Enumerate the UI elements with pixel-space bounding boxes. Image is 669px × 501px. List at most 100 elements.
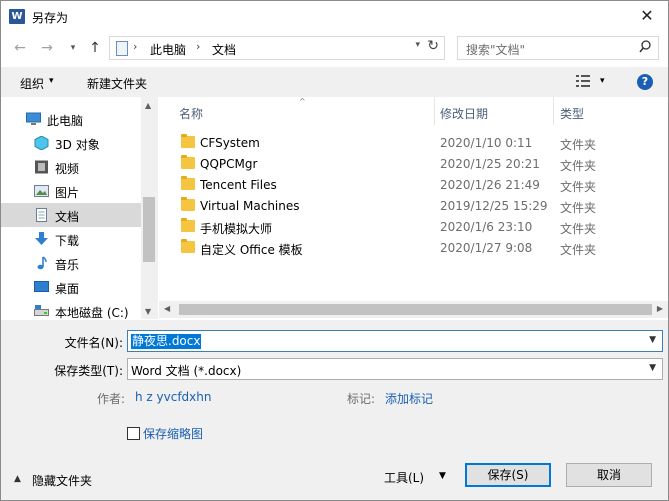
forward-button[interactable]: → — [37, 38, 57, 58]
file-type: 文件夹 — [560, 201, 597, 215]
chevron-up-icon[interactable]: ▲ — [14, 474, 21, 484]
file-name: 手机模拟大师 — [200, 222, 273, 236]
sidebar-item-label: 视频 — [55, 162, 80, 176]
file-list: ^ 名称 修改日期 类型 CFSystem 2020/1/10 0:11 文件夹… — [159, 97, 668, 319]
command-bar: 组织 ▾ 新建文件夹 ▾ ? — [1, 67, 668, 97]
chevron-down-icon[interactable]: ▼ — [649, 335, 656, 345]
sidebar-item-downloads[interactable]: 下载 — [1, 227, 141, 251]
sidebar-item-music[interactable]: 音乐 — [1, 251, 141, 275]
scrollbar-thumb[interactable] — [143, 197, 155, 262]
help-button[interactable]: ? — [637, 74, 653, 90]
view-options-icon[interactable] — [575, 74, 591, 88]
file-name: 自定义 Office 模板 — [200, 243, 303, 257]
table-row[interactable]: QQPCMgr 2020/1/25 20:21 文件夹 — [159, 153, 668, 174]
sidebar-item-3d-objects[interactable]: 3D 对象 — [1, 131, 141, 155]
cancel-button[interactable]: 取消 — [566, 463, 652, 487]
sidebar-item-label: 图片 — [55, 186, 80, 200]
save-button[interactable]: 保存(S) — [465, 463, 551, 487]
file-date: 2020/1/10 0:11 — [440, 136, 533, 150]
recent-locations-button[interactable]: ▾ — [63, 38, 83, 58]
up-button[interactable]: ↑ — [85, 38, 105, 58]
column-header-type[interactable]: 类型 — [554, 97, 668, 125]
file-name: Virtual Machines — [200, 199, 300, 213]
horizontal-scrollbar[interactable]: ◀ ▶ — [159, 301, 668, 318]
folder-icon — [181, 218, 195, 232]
folder-icon — [181, 197, 195, 211]
sidebar-item-this-pc[interactable]: 此电脑 — [1, 107, 141, 131]
video-icon — [35, 160, 48, 174]
new-folder-button[interactable]: 新建文件夹 — [87, 75, 147, 92]
table-row[interactable]: CFSystem 2020/1/10 0:11 文件夹 — [159, 132, 668, 153]
tools-button[interactable]: 工具(L) — [384, 469, 424, 486]
file-name: QQPCMgr — [200, 157, 258, 171]
tags-label: 标记: — [347, 392, 376, 406]
search-input[interactable]: 搜索"文档" — [457, 36, 659, 60]
file-date: 2020/1/25 20:21 — [440, 157, 540, 171]
save-thumbnail-checkbox[interactable] — [127, 427, 140, 440]
table-row[interactable]: 手机模拟大师 2020/1/6 23:10 文件夹 — [159, 216, 668, 237]
file-type: 文件夹 — [560, 222, 597, 236]
filetype-label: 保存类型(T): — [54, 364, 123, 378]
table-row[interactable]: Tencent Files 2020/1/26 21:49 文件夹 — [159, 174, 668, 195]
search-icon[interactable] — [639, 40, 651, 54]
save-options-panel: 文件名(N): 静夜思.docx ▼ 保存类型(T): Word 文档 (*.d… — [1, 320, 668, 500]
scrollbar-thumb[interactable] — [179, 304, 652, 315]
computer-icon — [26, 112, 41, 125]
sidebar-item-label: 本地磁盘 (C:) — [55, 306, 129, 320]
sidebar-item-pictures[interactable]: 图片 — [1, 179, 141, 203]
organize-button[interactable]: 组织 — [20, 75, 44, 92]
author-value[interactable]: h z yvcfdxhn — [135, 390, 212, 404]
breadcrumb-this-pc[interactable]: 此电脑 — [150, 41, 186, 58]
documents-icon — [36, 208, 47, 222]
table-row[interactable]: Virtual Machines 2019/12/25 15:29 文件夹 — [159, 195, 668, 216]
title-bar: W 另存为 ✕ — [1, 1, 668, 32]
hide-folders-button[interactable]: 隐藏文件夹 — [32, 472, 92, 489]
breadcrumb-separator[interactable]: › — [133, 40, 137, 53]
scroll-up-icon[interactable]: ▲ — [145, 101, 151, 110]
back-button[interactable]: ← — [10, 38, 30, 58]
chevron-down-icon[interactable]: ▾ — [600, 76, 605, 86]
pictures-icon — [34, 185, 49, 197]
documents-location-icon — [116, 41, 128, 56]
folder-icon — [181, 155, 195, 169]
navigation-scrollbar[interactable]: ▲ ▼ — [141, 97, 158, 319]
breadcrumb-separator[interactable]: › — [196, 40, 200, 53]
column-header-label: 修改日期 — [440, 107, 489, 121]
file-type: 文件夹 — [560, 180, 597, 194]
scroll-down-icon[interactable]: ▼ — [145, 307, 151, 316]
file-name: Tencent Files — [200, 178, 277, 192]
sidebar-item-label: 桌面 — [55, 282, 80, 296]
sidebar-item-label: 文档 — [55, 210, 80, 224]
filename-value[interactable]: 静夜思.docx — [131, 334, 202, 349]
tags-value[interactable]: 添加标记 — [385, 390, 433, 407]
sidebar-item-videos[interactable]: 视频 — [1, 155, 141, 179]
file-date: 2019/12/25 15:29 — [440, 199, 548, 213]
address-dropdown-icon[interactable]: ▾ — [415, 40, 420, 50]
sidebar-item-label: 音乐 — [55, 258, 80, 272]
breadcrumb-documents[interactable]: 文档 — [212, 41, 236, 58]
filename-field[interactable]: 静夜思.docx ▼ — [127, 330, 663, 352]
download-icon — [35, 232, 48, 245]
drive-icon — [34, 305, 49, 316]
table-row[interactable]: 自定义 Office 模板 2020/1/27 9:08 文件夹 — [159, 237, 668, 258]
chevron-down-icon[interactable]: ▼ — [439, 471, 446, 481]
file-type: 文件夹 — [560, 159, 597, 173]
file-date: 2020/1/6 23:10 — [440, 220, 533, 234]
close-button[interactable]: ✕ — [634, 4, 660, 28]
column-header-date[interactable]: 修改日期 — [435, 97, 553, 125]
sidebar-item-desktop[interactable]: 桌面 — [1, 275, 141, 299]
column-header-name[interactable]: 名称 — [159, 97, 434, 125]
chevron-down-icon[interactable]: ▼ — [649, 363, 656, 373]
chevron-down-icon[interactable]: ▾ — [49, 76, 54, 86]
sidebar-item-documents[interactable]: 文档 — [1, 203, 141, 227]
word-app-icon: W — [9, 9, 25, 24]
scroll-right-icon[interactable]: ▶ — [657, 304, 663, 313]
save-thumbnail-label[interactable]: 保存缩略图 — [143, 425, 203, 442]
refresh-icon[interactable]: ↻ — [427, 38, 439, 54]
address-bar[interactable]: › 此电脑 › 文档 ▾ ↻ — [109, 36, 445, 60]
file-name: CFSystem — [200, 136, 260, 150]
filetype-value: Word 文档 (*.docx) — [131, 364, 242, 378]
filetype-select[interactable]: Word 文档 (*.docx) ▼ — [127, 358, 663, 380]
scroll-left-icon[interactable]: ◀ — [164, 304, 170, 313]
author-label: 作者: — [97, 392, 126, 406]
